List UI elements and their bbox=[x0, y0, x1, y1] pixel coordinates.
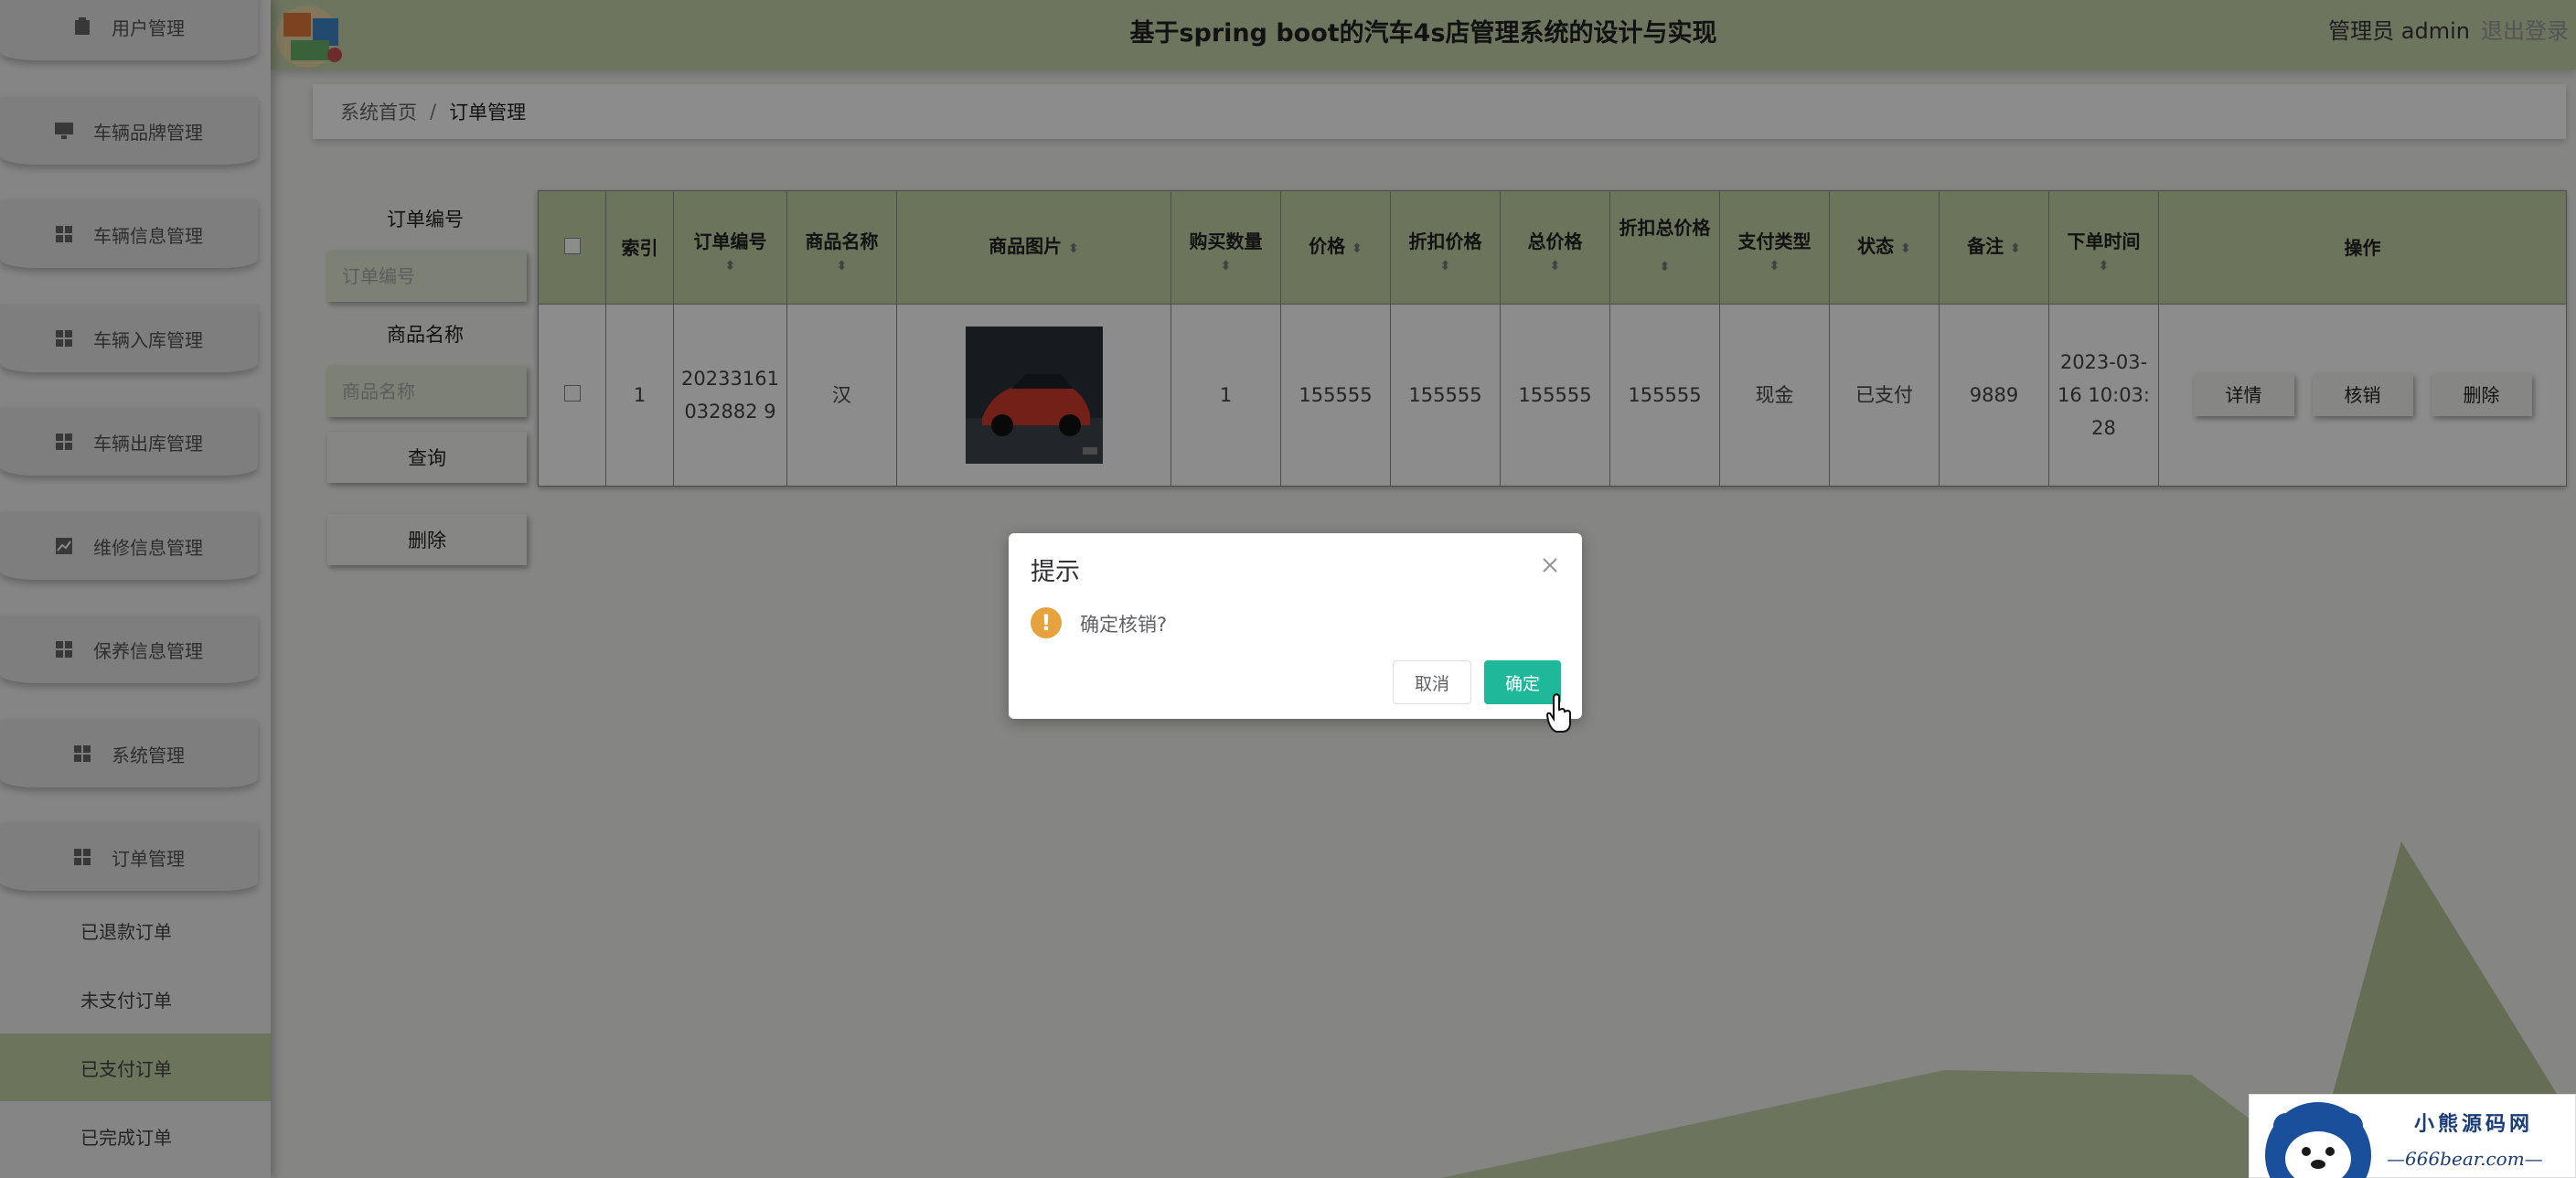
bear-icon bbox=[2265, 1102, 2371, 1178]
warning-icon: ! bbox=[1031, 607, 1062, 638]
hand-cursor-icon bbox=[1545, 693, 1571, 733]
watermark-url: —666bear.com— bbox=[2387, 1148, 2543, 1170]
close-icon[interactable] bbox=[1540, 555, 1560, 575]
dialog-title: 提示 bbox=[1031, 558, 1080, 586]
confirm-dialog: 提示 ! 确定核销? 取消 确定 bbox=[1009, 533, 1582, 719]
watermark-text: 小熊源码网 bbox=[2414, 1113, 2534, 1136]
watermark-logo: 小熊源码网 —666bear.com— bbox=[2249, 1094, 2576, 1178]
dialog-message: 确定核销? bbox=[1080, 614, 1168, 636]
cancel-button[interactable]: 取消 bbox=[1393, 660, 1471, 704]
